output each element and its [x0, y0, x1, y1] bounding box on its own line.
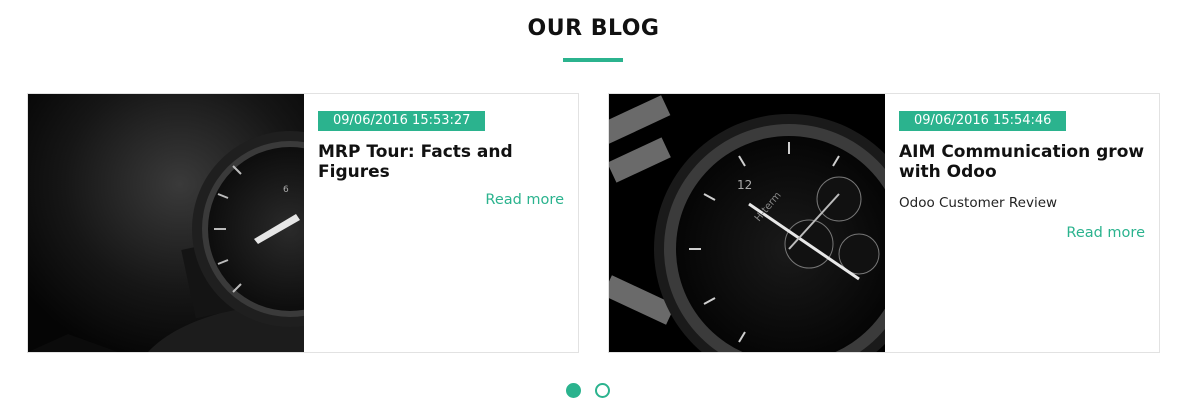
carousel-dot-1[interactable]: [566, 383, 581, 398]
post-title[interactable]: AIM Communication grow with Odoo: [899, 142, 1145, 182]
black-watch-photo: 6: [28, 94, 304, 352]
svg-text:12: 12: [737, 178, 752, 192]
read-more-link[interactable]: Read more: [318, 192, 564, 208]
post-title[interactable]: MRP Tour: Facts and Figures: [318, 142, 564, 182]
blog-card-image[interactable]: 6: [28, 94, 304, 352]
blog-card-image[interactable]: 12 H-term: [609, 94, 885, 352]
read-more-link[interactable]: Read more: [899, 225, 1145, 241]
post-date-badge: 09/06/2016 15:54:46: [899, 111, 1067, 131]
chronograph-watch-photo: 12 H-term: [609, 94, 885, 352]
blog-card: 6 09/06/2016 15:53:27 MRP Tour: Facts an…: [27, 93, 579, 353]
carousel-pagination: [566, 383, 610, 398]
section-title: OUR BLOG: [527, 16, 660, 41]
carousel-dot-2[interactable]: [595, 383, 610, 398]
post-date-badge: 09/06/2016 15:53:27: [318, 111, 486, 131]
blog-card-body: 09/06/2016 15:53:27 MRP Tour: Facts and …: [318, 109, 564, 208]
blog-card: 12 H-term 09/06/2016 15:54:46 AIM Commun…: [608, 93, 1160, 353]
post-excerpt: Odoo Customer Review: [899, 195, 1058, 211]
svg-text:6: 6: [283, 185, 289, 195]
title-underline: [563, 58, 623, 62]
blog-card-body: 09/06/2016 15:54:46 AIM Communication gr…: [899, 109, 1145, 241]
